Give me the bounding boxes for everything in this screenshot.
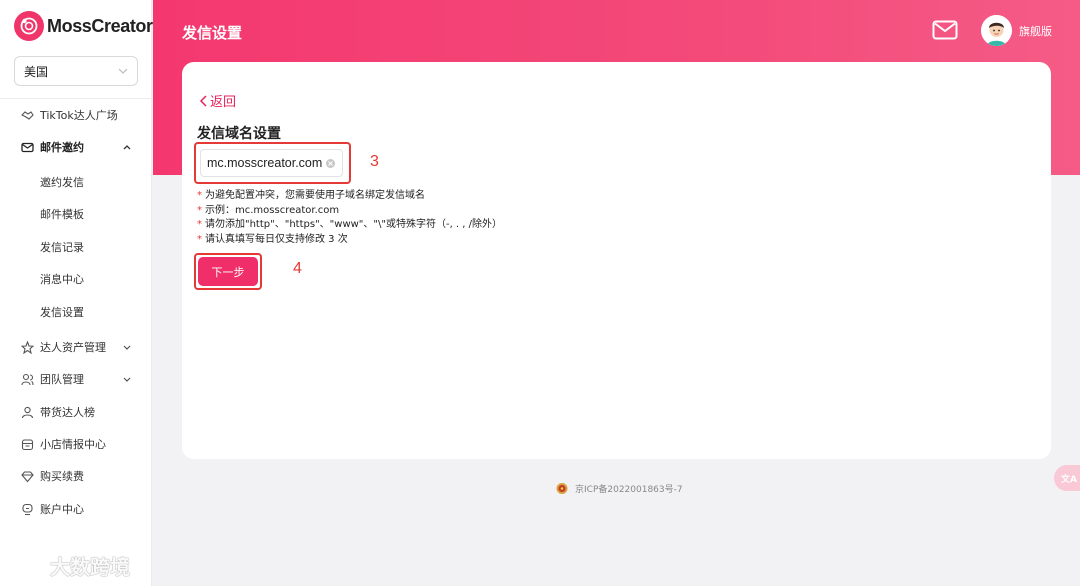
sidebar-item-tiktok-creators[interactable]: TikTok达人广场 xyxy=(0,99,152,131)
sidebar-item-purchase[interactable]: 购买续费 xyxy=(0,460,152,492)
page-title: 发信设置 xyxy=(182,24,243,42)
step-marker-3: 3 xyxy=(370,153,379,170)
chevron-down-icon xyxy=(123,345,131,350)
sidebar-item-label: 发信记录 xyxy=(40,241,84,254)
chevron-down-icon xyxy=(123,377,131,382)
domain-notes: * 为避免配置冲突，您需要使用子域名绑定发信域名 * 示例：mc.mosscreat… xyxy=(197,189,502,247)
watermark-logo-icon xyxy=(8,556,46,576)
chevron-left-icon xyxy=(199,94,207,107)
icp-text: 京ICP备2022001863号-7 xyxy=(575,485,683,495)
sidebar-item-label: 购买续费 xyxy=(40,470,84,483)
sidebar-item-label: 邀约发信 xyxy=(40,176,84,189)
sidebar-item-label: 发信设置 xyxy=(40,306,84,319)
chevron-up-icon xyxy=(123,145,131,150)
watermark-text: 大数跨境 xyxy=(50,555,130,579)
footer-icp[interactable]: 京ICP备2022001863号-7 xyxy=(556,482,683,495)
settings-card: 返回 发信域名设置 mc.mosscreator.com 3 * 为避免配置冲突，… xyxy=(182,62,1051,459)
note-line: * 为避免配置冲突，您需要使用子域名绑定发信域名 xyxy=(197,190,425,201)
sidebar-item-label: TikTok达人广场 xyxy=(40,109,118,122)
translate-icon: 文A xyxy=(1061,474,1077,485)
region-select-value: 美国 xyxy=(24,64,49,79)
section-title: 发信域名设置 xyxy=(197,126,281,142)
region-select[interactable]: 美国 xyxy=(14,56,138,86)
sidebar-item-label: 邮件邀约 xyxy=(40,141,84,154)
handshake-icon xyxy=(21,109,34,122)
watermark: 大数跨境 xyxy=(8,551,130,580)
shop-icon xyxy=(21,438,34,451)
sidebar-item-creator-assets[interactable]: 达人资产管理 xyxy=(0,331,152,363)
sidebar-item-label: 团队管理 xyxy=(40,373,84,386)
sidebar-item-account[interactable]: 账户中心 xyxy=(0,493,152,525)
sidebar-item-invite-send[interactable]: 邀约发信 xyxy=(0,166,152,198)
sidebar-item-label: 账户中心 xyxy=(40,503,84,516)
sidebar-item-label: 邮件模板 xyxy=(40,208,84,221)
sidebar-item-send-records[interactable]: 发信记录 xyxy=(0,231,152,263)
avatar[interactable] xyxy=(981,15,1012,46)
domain-input-value: mc.mosscreator.com xyxy=(207,156,323,170)
domain-input[interactable]: mc.mosscreator.com xyxy=(200,149,343,177)
sidebar-item-team-management[interactable]: 团队管理 xyxy=(0,363,152,395)
logo[interactable]: MossCreator xyxy=(14,11,153,41)
sidebar: MossCreator 美国 TikTok达人广场 邮件邀约 邀约发信 邮件模板… xyxy=(0,0,153,586)
sidebar-item-label: 小店情报中心 xyxy=(40,438,106,451)
back-label: 返回 xyxy=(210,95,237,110)
sidebar-item-send-settings[interactable]: 发信设置 xyxy=(0,296,152,328)
sidebar-item-label: 达人资产管理 xyxy=(40,341,106,354)
back-link[interactable]: 返回 xyxy=(199,91,236,110)
sidebar-item-email-invite[interactable]: 邮件邀约 xyxy=(0,131,152,163)
plan-label: 旗舰版 xyxy=(1019,25,1052,38)
note-line: * 请勿添加"http"、"https"、"www"、"\"或特殊字符（-, . … xyxy=(197,219,503,230)
mosscreator-logo-icon xyxy=(14,11,44,41)
mail-icon[interactable] xyxy=(932,20,958,40)
clear-icon[interactable] xyxy=(326,159,335,168)
sidebar-item-label: 消息中心 xyxy=(40,273,84,286)
sidebar-item-email-template[interactable]: 邮件模板 xyxy=(0,198,152,230)
mail-icon xyxy=(21,141,34,154)
police-emblem-icon xyxy=(556,483,568,494)
account-icon xyxy=(21,503,34,516)
step-marker-4: 4 xyxy=(293,260,302,277)
sidebar-item-message-center[interactable]: 消息中心 xyxy=(0,263,152,295)
next-step-button[interactable]: 下一步 xyxy=(198,257,258,286)
sidebar-item-sales-ranking[interactable]: 带货达人榜 xyxy=(0,396,152,428)
logo-text: MossCreator xyxy=(47,15,153,36)
note-line: * 示例：mc.mosscreator.com xyxy=(197,204,340,216)
sidebar-item-label: 带货达人榜 xyxy=(40,406,95,419)
note-line: * 请认真填写每日仅支持修改 3 次 xyxy=(197,233,348,245)
chevron-down-icon xyxy=(118,68,128,74)
diamond-icon xyxy=(21,470,34,483)
team-icon xyxy=(21,373,34,386)
user-icon xyxy=(21,406,34,419)
star-icon xyxy=(21,340,34,354)
sidebar-item-shop-intel[interactable]: 小店情报中心 xyxy=(0,428,152,460)
translate-button[interactable]: 文A xyxy=(1054,465,1080,491)
